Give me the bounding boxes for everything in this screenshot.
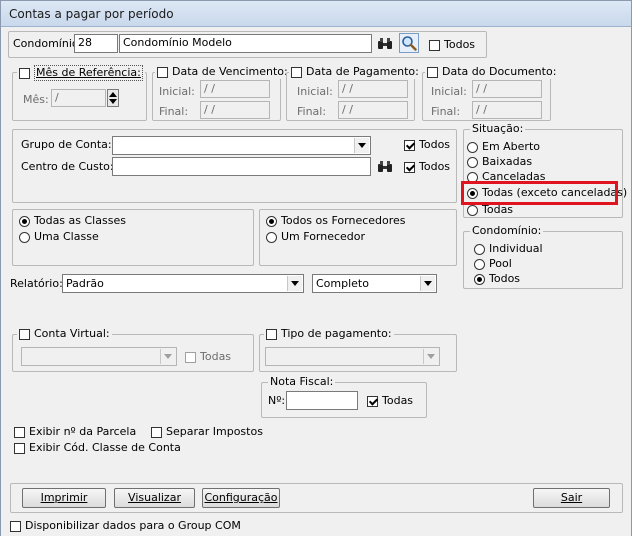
condominio-tipo-label: Condomínio: xyxy=(470,224,544,238)
data-vencimento-label: Data de Vencimento: xyxy=(172,65,288,78)
documento-final-label: Final: xyxy=(431,105,461,118)
pagamento-final-label: Final: xyxy=(297,105,327,118)
imprimir-button[interactable]: Imprimir xyxy=(22,488,106,508)
situacao-todas-radio[interactable]: Todas xyxy=(467,203,513,217)
documento-inicial-label: Inicial: xyxy=(431,85,467,98)
um-fornecedor-radio[interactable]: Um Fornecedor xyxy=(266,230,365,244)
mes-referencia-label: Mês de Referência: xyxy=(34,65,143,81)
data-documento-checkbox[interactable] xyxy=(427,66,438,78)
grupo-conta-label: Grupo de Conta: xyxy=(21,138,112,151)
chevron-down-icon xyxy=(160,349,175,364)
conta-virtual-label: Conta Virtual: xyxy=(34,327,110,340)
todas-classes-radio[interactable]: Todas as Classes xyxy=(19,214,126,228)
vencimento-final-input[interactable]: / / xyxy=(200,101,270,119)
conta-virtual-select[interactable] xyxy=(21,347,177,366)
checkbox-box[interactable] xyxy=(429,39,440,51)
vencimento-inicial-label: Inicial: xyxy=(159,85,195,98)
individual-radio[interactable]: Individual xyxy=(474,242,543,256)
spinner-arrows-icon xyxy=(109,92,117,104)
situacao-baixadas-radio[interactable]: Baixadas xyxy=(467,155,532,169)
conta-virtual-checkbox[interactable] xyxy=(19,328,30,340)
window-title: Contas a pagar por período xyxy=(9,7,174,21)
todos-radio[interactable]: Todos xyxy=(474,272,520,286)
exibir-parcela-checkbox[interactable]: Exibir nº da Parcela xyxy=(14,425,136,439)
data-pagamento-label: Data de Pagamento: xyxy=(306,65,419,78)
sair-button[interactable]: Sair xyxy=(533,488,610,508)
tipo-pagamento-label: Tipo de pagamento: xyxy=(281,327,392,340)
documento-inicial-input[interactable]: / / xyxy=(472,80,542,98)
nota-fiscal-label: Nota Fiscal: xyxy=(268,375,336,389)
centro-custo-label: Centro de Custo: xyxy=(21,160,114,173)
chevron-down-icon xyxy=(354,138,369,153)
uma-classe-radio[interactable]: Uma Classe xyxy=(19,230,99,244)
magnifier-icon xyxy=(402,36,417,51)
highlight-box xyxy=(461,181,618,205)
pagamento-inicial-label: Inicial: xyxy=(297,85,333,98)
grupo-conta-todos-checkbox[interactable]: Todos xyxy=(404,138,450,152)
pool-radio[interactable]: Pool xyxy=(474,257,512,271)
condominio-todos-checkbox[interactable]: Todos xyxy=(429,38,475,52)
nota-fiscal-numero-label: Nº: xyxy=(268,394,286,407)
vencimento-final-label: Final: xyxy=(159,105,189,118)
centro-custo-binoculars-button[interactable] xyxy=(375,157,395,177)
title-bar[interactable]: Contas a pagar por período xyxy=(1,1,631,27)
visualizar-button[interactable]: Visualizar xyxy=(114,488,195,508)
centro-custo-todos-checkbox[interactable]: Todos xyxy=(404,160,450,174)
binoculars-icon xyxy=(378,161,392,172)
pagamento-inicial-input[interactable]: / / xyxy=(338,80,408,98)
todos-fornecedores-radio[interactable]: Todos os Fornecedores xyxy=(266,214,406,228)
relatorio-label: Relatório: xyxy=(10,277,63,290)
separar-impostos-checkbox[interactable]: Separar Impostos xyxy=(151,425,263,439)
data-vencimento-checkbox[interactable] xyxy=(157,66,168,78)
relatorio-select[interactable]: Padrão xyxy=(62,274,304,293)
data-documento-label: Data do Documento: xyxy=(442,65,557,78)
chevron-down-icon xyxy=(420,276,435,291)
mes-input[interactable]: / xyxy=(51,89,106,107)
condominio-name-input[interactable]: Condomínio Modelo xyxy=(119,34,372,53)
tipo-pagamento-checkbox[interactable] xyxy=(266,328,277,340)
mes-referencia-checkbox[interactable] xyxy=(19,67,30,79)
group-com-checkbox[interactable]: Disponibilizar dados para o Group COM xyxy=(10,519,241,533)
situacao-label: Situação: xyxy=(470,122,526,136)
binoculars-button[interactable] xyxy=(375,34,395,54)
search-button[interactable] xyxy=(399,33,419,53)
nota-fiscal-todas-checkbox[interactable]: Todas xyxy=(367,394,413,408)
pagamento-final-input[interactable]: / / xyxy=(338,101,408,119)
binoculars-icon xyxy=(378,38,392,49)
documento-final-input[interactable]: / / xyxy=(472,101,542,119)
vencimento-inicial-input[interactable]: / / xyxy=(200,80,270,98)
condominio-code-input[interactable]: 28 xyxy=(74,34,118,53)
grupo-conta-select[interactable] xyxy=(112,136,371,155)
configuracao-button[interactable]: Configuração xyxy=(202,488,280,508)
data-pagamento-checkbox[interactable] xyxy=(291,66,302,78)
chevron-down-icon xyxy=(423,349,438,364)
chevron-down-icon xyxy=(287,276,302,291)
relatorio-mode-select[interactable]: Completo xyxy=(312,274,437,293)
mes-label: Mês: xyxy=(23,93,49,106)
exibir-cod-classe-checkbox[interactable]: Exibir Cód. Classe de Conta xyxy=(14,441,181,455)
tipo-pagamento-select[interactable] xyxy=(265,347,440,366)
conta-virtual-todas-checkbox[interactable]: Todas xyxy=(185,350,231,364)
mes-spinner[interactable] xyxy=(107,89,119,107)
nota-fiscal-input[interactable] xyxy=(286,391,358,410)
centro-custo-input[interactable] xyxy=(112,157,371,176)
report-window: Contas a pagar por período Condomínio: 2… xyxy=(0,0,632,536)
condominio-label: Condomínio: xyxy=(13,37,83,50)
situacao-em-aberto-radio[interactable]: Em Aberto xyxy=(467,140,540,154)
